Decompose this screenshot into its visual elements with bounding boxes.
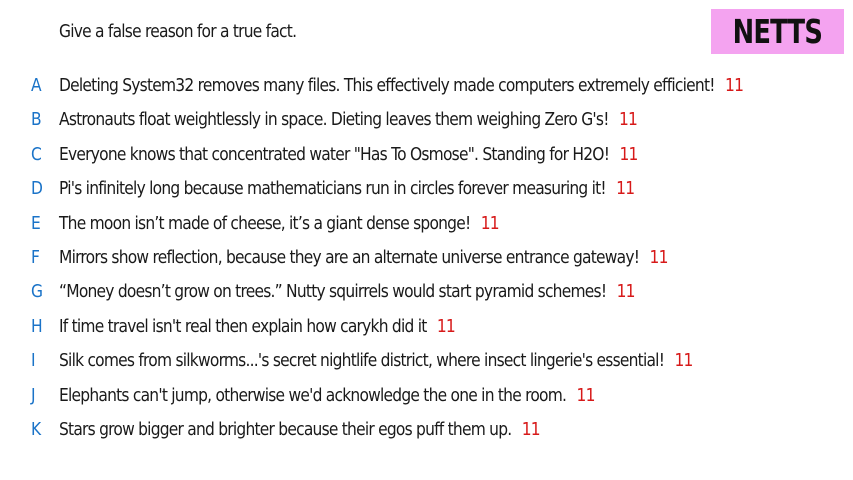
entry-list: A Deleting System32 removes many files. …: [0, 71, 853, 449]
entry-text: Elephants can't jump, otherwise we'd ack…: [59, 384, 567, 406]
entry-row-e: E The moon isn’t made of cheese, it’s a …: [0, 209, 853, 243]
entry-letter: H: [31, 315, 43, 337]
prompt-text: Give a false reason for a true fact.: [59, 21, 297, 42]
entry-letter: E: [31, 212, 41, 234]
entry-text: Pi's infinitely long because mathematici…: [59, 178, 607, 200]
entry-letter: G: [31, 281, 43, 303]
entry-score: 11: [436, 315, 456, 337]
entry-letter: F: [31, 246, 40, 268]
entry-letter: D: [31, 178, 43, 200]
entry-score: 11: [618, 109, 638, 131]
entry-text: Silk comes from silkworms...'s secret ni…: [59, 350, 665, 372]
entry-letter: A: [31, 75, 42, 96]
entry-text: If time travel isn't real then explain h…: [59, 315, 427, 337]
entry-text: “Money doesn’t grow on trees.” Nutty squ…: [59, 281, 607, 303]
entry-text: Astronauts float weightlessly in space. …: [59, 109, 609, 131]
entry-letter: J: [31, 384, 36, 406]
entry-row-k: K Stars grow bigger and brighter because…: [0, 415, 853, 449]
entry-text: The moon isn’t made of cheese, it’s a gi…: [59, 212, 471, 234]
entry-score: 11: [649, 246, 669, 268]
entry-score: 11: [616, 178, 635, 200]
entry-score: 11: [521, 418, 541, 440]
entry-letter: I: [31, 350, 36, 372]
entry-row-h: H If time travel isn't real then explain…: [0, 312, 853, 346]
entry-row-c: C Everyone knows that concentrated water…: [0, 140, 853, 174]
entry-letter: K: [31, 418, 42, 440]
entry-row-f: F Mirrors show reflection, because they …: [0, 243, 853, 277]
entry-row-d: D Pi's infinitely long because mathemati…: [0, 174, 853, 208]
logo-text: NETTS: [732, 12, 823, 51]
entry-text: Everyone knows that concentrated water "…: [59, 143, 610, 165]
entry-score: 11: [480, 212, 500, 234]
entry-text: Stars grow bigger and brighter because t…: [59, 418, 512, 440]
entry-score: 11: [616, 281, 636, 303]
entry-row-j: J Elephants can't jump, otherwise we'd a…: [0, 381, 853, 415]
entry-letter: C: [31, 143, 42, 165]
entry-row-i: I Silk comes from silkworms...'s secret …: [0, 346, 853, 380]
entry-score: 11: [576, 384, 596, 406]
entry-text: Mirrors show reflection, because they ar…: [59, 246, 640, 268]
entry-row-b: B Astronauts float weightlessly in space…: [0, 105, 853, 139]
entry-row-g: G “Money doesn’t grow on trees.” Nutty s…: [0, 277, 853, 311]
entry-text: Deleting System32 removes many files. Th…: [59, 75, 715, 96]
entry-row-a: A Deleting System32 removes many files. …: [0, 71, 853, 105]
entry-score: 11: [619, 143, 638, 165]
entry-letter: B: [31, 109, 42, 131]
logo-badge: NETTS: [711, 9, 844, 54]
entry-score: 11: [674, 350, 693, 372]
entry-score: 11: [725, 75, 744, 96]
